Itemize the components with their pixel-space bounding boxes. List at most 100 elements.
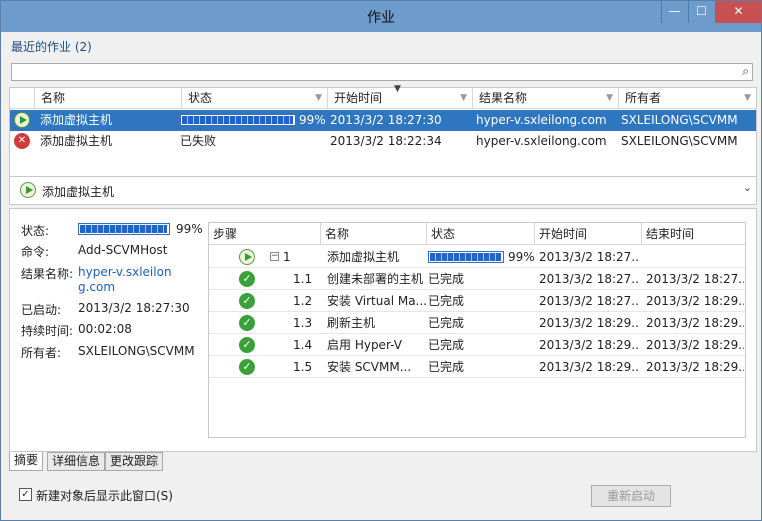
column-header-label: 所有者: [625, 91, 662, 105]
chevron-down-icon[interactable]: ⌄: [743, 181, 752, 194]
column-header-result-name[interactable]: 结果名称 ▼: [473, 88, 619, 109]
step-status: 已完成: [428, 272, 465, 286]
column-header-label: 名称: [41, 91, 66, 105]
column-header-name[interactable]: 名称: [35, 88, 182, 109]
column-header-label: 开始时间: [334, 91, 383, 105]
job-detail-panel: 状态: 99% 命令: Add-SCVMHost 结果名称: hyper-v.s…: [9, 208, 757, 452]
window-title: 作业: [367, 10, 395, 26]
step-start-time: 2013/3/2 18:27...: [539, 272, 639, 286]
job-start-time: 2013/3/2 18:22:34: [330, 134, 442, 148]
title-bar[interactable]: 作业 — ☐ ✕: [1, 1, 761, 32]
step-name: 安装 Virtual Ma...: [327, 294, 427, 308]
job-owner: SXLEILONG\SCVMM: [621, 134, 738, 148]
step-status: 已完成: [428, 294, 465, 308]
step-end-time: 2013/3/2 18:29...: [646, 338, 744, 352]
job-progress-percent: 99%: [299, 113, 326, 127]
job-row-failed[interactable]: ✕ 添加虚拟主机 已失败 2013/3/2 18:22:34 hyper-v.s…: [10, 131, 756, 152]
job-start-time: 2013/3/2 18:27:30: [330, 113, 442, 127]
step-start-time: 2013/3/2 18:29...: [539, 360, 639, 374]
detail-progress-percent: 99%: [176, 222, 203, 236]
result-name-label: 结果名称:: [21, 267, 74, 281]
play-icon: [14, 112, 30, 128]
step-status: 已完成: [428, 360, 465, 374]
check-icon: ✓: [239, 271, 255, 287]
tab-details[interactable]: 详细信息: [47, 452, 106, 471]
column-header-name[interactable]: 名称: [321, 223, 427, 245]
step-number: 1.1: [293, 272, 313, 286]
close-button[interactable]: ✕: [715, 1, 761, 23]
column-header-step[interactable]: 步骤: [209, 223, 321, 245]
play-icon: [20, 182, 36, 198]
tab-summary[interactable]: 摘要: [9, 452, 44, 471]
step-number: 1.4: [293, 338, 313, 352]
check-icon: ✓: [239, 315, 255, 331]
step-row[interactable]: − 1 添加虚拟主机 99% 2013/3/2 18:27...: [209, 246, 745, 268]
search-icon[interactable]: ⌕: [742, 64, 749, 79]
step-number: 1.2: [293, 294, 313, 308]
restart-button[interactable]: 重新启动: [591, 485, 671, 507]
step-name: 刷新主机: [327, 316, 376, 330]
step-progress-bar: [428, 251, 504, 263]
recent-jobs-label: 最近的作业 (2): [11, 40, 92, 54]
show-window-checkbox-label[interactable]: 新建对象后显示此窗口(S): [36, 487, 173, 504]
column-header-end-time[interactable]: 结束时间: [642, 223, 745, 245]
steps-grid: 步骤 名称 状态 开始时间 结束时间 − 1 添加虚拟主机 99% 2013/3…: [208, 222, 746, 438]
step-row[interactable]: ✓ 1.4 启用 Hyper-V 已完成 2013/3/2 18:29... 2…: [209, 334, 745, 356]
duration-value: 00:02:08: [78, 322, 132, 336]
check-icon: ✓: [239, 337, 255, 353]
column-header-icon[interactable]: [10, 88, 35, 109]
column-header-status[interactable]: 状态 ▼: [182, 88, 328, 109]
job-detail-title: 添加虚拟主机: [42, 185, 115, 199]
step-start-time: 2013/3/2 18:27...: [539, 250, 639, 264]
job-detail-header[interactable]: 添加虚拟主机 ⌄: [9, 177, 757, 205]
step-row[interactable]: ✓ 1.3 刷新主机 已完成 2013/3/2 18:29... 2013/3/…: [209, 312, 745, 334]
job-progress-fill: [182, 116, 293, 124]
step-end-time: 2013/3/2 18:29...: [646, 294, 744, 308]
search-input[interactable]: ⌕: [11, 63, 753, 81]
job-row-running[interactable]: 添加虚拟主机 99% 2013/3/2 18:27:30 hyper-v.sxl…: [10, 110, 756, 131]
step-name: 添加虚拟主机: [327, 250, 400, 264]
job-name: 添加虚拟主机: [40, 113, 113, 127]
result-name-link[interactable]: hyper-v.sxleilong.com: [78, 265, 178, 295]
detail-progress-fill: [80, 225, 168, 233]
steps-grid-header: 步骤 名称 状态 开始时间 结束时间: [209, 223, 745, 245]
owner-label: 所有者:: [21, 346, 62, 360]
job-result-name: hyper-v.sxleilong.com: [476, 113, 607, 127]
collapse-icon[interactable]: −: [270, 252, 279, 261]
column-header-owner[interactable]: 所有者 ▼: [619, 88, 756, 109]
step-end-time: [646, 246, 744, 268]
step-end-time: 2013/3/2 18:27...: [646, 272, 744, 286]
tab-change-tracking[interactable]: 更改跟踪: [105, 452, 164, 471]
step-number: 1.5: [293, 360, 313, 374]
step-progress-percent: 99%: [508, 250, 535, 264]
check-icon: ✓: [239, 359, 255, 375]
play-icon: [239, 249, 255, 265]
fail-icon: ✕: [14, 133, 30, 149]
column-header-start-time[interactable]: 开始时间: [535, 223, 642, 245]
filter-arrow-icon[interactable]: ▼: [744, 88, 751, 109]
jobs-grid-header: 名称 状态 ▼ 开始时间 ▼ 结果名称 ▼ 所有者 ▼ ▼: [10, 84, 756, 109]
step-row[interactable]: ✓ 1.2 安装 Virtual Ma... 已完成 2013/3/2 18:2…: [209, 290, 745, 312]
minimize-button[interactable]: —: [661, 1, 687, 23]
step-end-time: 2013/3/2 18:29...: [646, 316, 744, 330]
column-header-status[interactable]: 状态: [427, 223, 535, 245]
column-header-label: 状态: [188, 91, 213, 105]
step-name: 安装 SCVMM...: [327, 360, 412, 374]
filter-arrow-icon[interactable]: ▼: [460, 88, 467, 109]
step-row[interactable]: ✓ 1.1 创建未部署的主机 已完成 2013/3/2 18:27... 201…: [209, 268, 745, 290]
filter-arrow-icon[interactable]: ▼: [315, 88, 322, 109]
filter-arrow-icon[interactable]: ▼: [606, 88, 613, 109]
step-name: 创建未部署的主机: [327, 272, 424, 286]
jobs-window: 作业 — ☐ ✕ 最近的作业 (2) ⌕ 名称 状态 ▼ 开始时间 ▼ 结果名称 ▼ …: [0, 0, 762, 521]
show-window-checkbox[interactable]: ✓: [19, 488, 32, 501]
job-owner: SXLEILONG\SCVMM: [621, 113, 738, 127]
step-start-time: 2013/3/2 18:27...: [539, 294, 639, 308]
sort-descending-icon: ▼: [394, 84, 401, 94]
duration-label: 持续时间:: [21, 324, 74, 338]
maximize-button[interactable]: ☐: [688, 1, 714, 23]
step-number: 1.3: [293, 316, 313, 330]
step-row[interactable]: ✓ 1.5 安装 SCVMM... 已完成 2013/3/2 18:29... …: [209, 356, 745, 378]
started-label: 已启动:: [21, 303, 62, 317]
jobs-grid: 名称 状态 ▼ 开始时间 ▼ 结果名称 ▼ 所有者 ▼ ▼ 添加虚拟主机 99% 201…: [9, 84, 757, 177]
step-status: 已完成: [428, 316, 465, 330]
